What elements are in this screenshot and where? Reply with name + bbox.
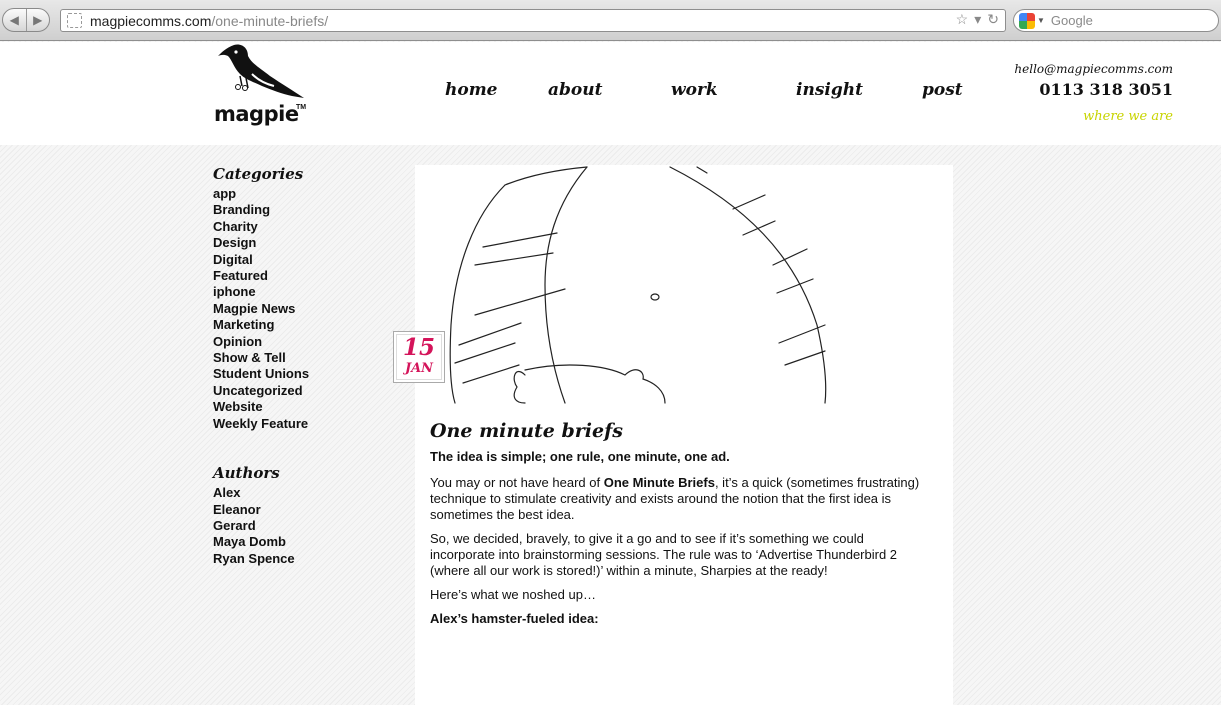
dropdown-icon[interactable]: ▾ — [974, 11, 981, 28]
post-paragraph: So, we decided, bravely, to give it a go… — [430, 531, 898, 578]
site-header: magpie TM home about work insight post h… — [0, 42, 1221, 145]
p1-before: You may or not have heard of — [430, 475, 604, 490]
date-day: 15 — [402, 334, 435, 361]
logo-wordmark[interactable]: magpie — [214, 102, 299, 126]
category-link[interactable]: Featured — [213, 268, 393, 284]
author-link[interactable]: Alex — [213, 485, 393, 501]
category-link[interactable]: Magpie News — [213, 301, 393, 317]
nav-buttons: ◀ ▶ — [2, 8, 50, 32]
trademark: TM — [296, 104, 307, 111]
star-icon[interactable]: ☆ — [956, 11, 969, 28]
category-link[interactable]: Student Unions — [213, 366, 393, 382]
reload-icon[interactable]: ↻ — [987, 11, 999, 28]
nav-post[interactable]: post — [922, 80, 963, 100]
nav-home[interactable]: home — [445, 80, 498, 100]
nav-about[interactable]: about — [548, 80, 602, 100]
url-path: /one-minute-briefs/ — [211, 12, 329, 29]
post-subheading: Alex’s hamster-fueled idea: — [430, 611, 599, 626]
back-arrow-icon[interactable]: ◀ — [3, 9, 27, 31]
url-domain: magpiecomms.com — [90, 12, 212, 29]
search-bar[interactable]: ▼ Google — [1013, 9, 1219, 32]
post-date-badge: 15 JAN — [393, 331, 445, 383]
author-link[interactable]: Eleanor — [213, 502, 393, 518]
search-engine-caret-icon[interactable]: ▼ — [1037, 16, 1045, 25]
authors-list: Alex Eleanor Gerard Maya Domb Ryan Spenc… — [213, 485, 393, 567]
date-month: JAN — [404, 361, 434, 376]
contact-email[interactable]: hello@magpiecomms.com — [1014, 62, 1173, 76]
post-paragraph: Here’s what we noshed up… — [430, 587, 596, 602]
forward-arrow-icon[interactable]: ▶ — [27, 9, 50, 31]
category-link[interactable]: Digital — [213, 252, 393, 268]
categories-heading: Categories — [213, 165, 304, 183]
sidebar: Categories app Branding Charity Design D… — [213, 165, 393, 567]
category-link[interactable]: Opinion — [213, 334, 393, 350]
category-link[interactable]: Website — [213, 399, 393, 415]
nav-work[interactable]: work — [671, 80, 718, 100]
category-link[interactable]: Uncategorized — [213, 383, 393, 399]
page-icon — [67, 13, 82, 28]
author-link[interactable]: Ryan Spence — [213, 551, 393, 567]
google-icon[interactable] — [1019, 12, 1035, 29]
url-text[interactable]: magpiecomms.com/one-minute-briefs/ — [90, 13, 328, 29]
category-link[interactable]: iphone — [213, 284, 393, 300]
contact-phone: 0113 318 3051 — [1039, 80, 1173, 99]
category-link[interactable]: Branding — [213, 202, 393, 218]
category-link[interactable]: app — [213, 186, 393, 202]
post-lead: The idea is simple; one rule, one minute… — [430, 449, 730, 464]
author-link[interactable]: Gerard — [213, 518, 393, 534]
browser-toolbar: ◀ ▶ magpiecomms.com/one-minute-briefs/ ☆… — [0, 0, 1221, 41]
nav-insight[interactable]: insight — [796, 80, 863, 100]
address-bar[interactable]: magpiecomms.com/one-minute-briefs/ ☆ ▾ ↻ — [60, 9, 1006, 32]
category-link[interactable]: Weekly Feature — [213, 416, 393, 432]
where-we-are-link[interactable]: where we are — [1083, 109, 1173, 124]
url-icons: ☆ ▾ ↻ — [956, 11, 999, 28]
categories-list: app Branding Charity Design Digital Feat… — [213, 186, 393, 432]
category-link[interactable]: Show & Tell — [213, 350, 393, 366]
author-link[interactable]: Maya Domb — [213, 534, 393, 550]
post-body: One minute briefs The idea is simple; on… — [430, 420, 930, 637]
authors-heading: Authors — [213, 464, 280, 483]
category-link[interactable]: Design — [213, 235, 393, 251]
category-link[interactable]: Charity — [213, 219, 393, 235]
post-title[interactable]: One minute briefs — [430, 420, 930, 442]
category-link[interactable]: Marketing — [213, 317, 393, 333]
p1-bold: One Minute Briefs — [603, 475, 715, 490]
search-placeholder: Google — [1050, 13, 1093, 28]
hero-sketch-image — [449, 166, 827, 404]
post-paragraph: You may or not have heard of One Minute … — [430, 475, 930, 523]
